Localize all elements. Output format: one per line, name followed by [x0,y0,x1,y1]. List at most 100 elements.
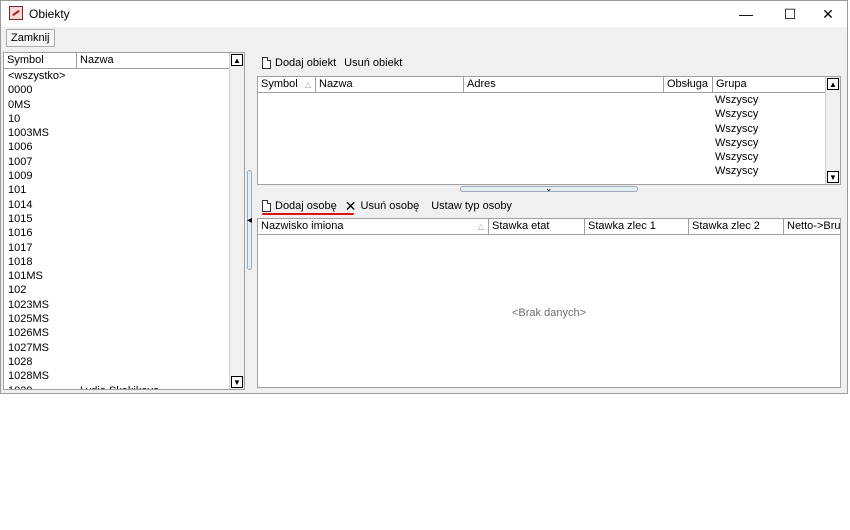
objects-grid: Symbol △ Nazwa Adres Obsługa Grupa Wszysc… [257,76,841,185]
list-item[interactable]: 10 [4,112,231,126]
add-object-button[interactable]: Dodaj obiekt [262,57,336,69]
title-bar: Obiekty — ☐ ✕ [1,1,847,27]
list-item[interactable]: 1014 [4,198,231,212]
column-header-name[interactable]: Nazwa [316,77,464,92]
list-item[interactable]: 1007 [4,155,231,169]
objects-grid-header: Symbol △ Nazwa Adres Obsługa Grupa [258,77,826,93]
add-person-button[interactable]: Dodaj osobę [262,200,337,212]
scroll-up-icon[interactable]: ▲ [231,54,243,66]
symbol-cell: 1015 [8,212,33,225]
list-item[interactable]: 1027MS [4,341,231,355]
column-header-full-name[interactable]: Nazwisko imiona △ [258,219,489,234]
symbol-cell: 1014 [8,198,33,211]
add-person-label: Dodaj osobę [275,200,337,212]
list-item[interactable]: 1009 [4,169,231,183]
maximize-button[interactable]: ☐ [771,1,809,27]
group-cell[interactable]: Wszyscy [713,107,758,121]
list-item[interactable]: 1016 [4,226,231,240]
column-header-name[interactable]: Nazwa [77,53,231,68]
list-item[interactable]: 1003MS [4,126,231,140]
delete-icon: ✕ [344,198,357,214]
remove-object-label: Usuń obiekt [344,57,403,69]
list-item[interactable]: 1015 [4,212,231,226]
remove-person-button[interactable]: ✕ Usuń osobę [345,199,419,213]
list-item[interactable]: 101MS [4,269,231,283]
column-header-symbol[interactable]: Symbol △ [258,77,316,92]
list-item[interactable]: 0000 [4,83,231,97]
close-window-button[interactable]: ✕ [809,1,847,27]
left-grid-header: Symbol Nazwa [4,53,231,69]
group-cell[interactable]: Wszyscy [713,136,758,150]
list-item[interactable]: 1028MS [4,369,231,383]
remove-object-button[interactable]: Usuń obiekt [344,57,402,69]
remove-person-label: Usuń osobę [360,200,420,212]
group-cell[interactable]: Wszyscy [713,93,758,107]
app-icon [9,6,23,20]
new-document-icon [262,200,271,212]
objects-rows: Wszyscy Wszyscy Wszyscy Wszyscy Wszyscy Wszys… [713,93,758,179]
set-person-type-button[interactable]: Ustaw typ osoby [431,200,512,212]
list-item[interactable]: 1006 [4,140,231,154]
persons-grid: Nazwisko imiona △ Stawka etat Stawka zlec… [257,218,841,388]
symbol-cell: 101 [8,184,27,197]
chevron-down-icon[interactable]: ⌄ [545,183,553,194]
sort-ascending-icon: △ [477,222,484,231]
column-header-symbol[interactable]: Symbol [4,53,77,68]
symbol-cell: 1018 [8,255,33,268]
list-item[interactable]: <wszystko> [4,69,231,83]
scroll-down-icon[interactable]: ▼ [827,171,839,183]
list-item[interactable]: 101 [4,183,231,197]
symbol-cell: 102 [8,284,27,297]
main-toolbar: Zamknij [1,27,847,49]
symbol-cell: 1028MS [8,370,49,383]
objects-list-panel: Symbol Nazwa <wszystko> 0000 0MS 10 1003MS 10… [3,52,245,390]
persons-toolbar: Dodaj osobę ✕ Usuń osobę Ustaw typ osoby [262,198,512,214]
symbol-list: <wszystko> 0000 0MS 10 1003MS 1006 1007 1009 101… [4,69,231,389]
symbol-cell: 1007 [8,155,33,168]
persons-grid-header: Nazwisko imiona △ Stawka etat Stawka zlec… [258,219,840,235]
group-cell[interactable]: Wszyscy [713,122,758,136]
symbol-cell: 1006 [8,141,33,154]
list-item[interactable]: 1017 [4,241,231,255]
column-header-net-gross[interactable]: Netto->Brutto [784,219,840,234]
add-object-label: Dodaj obiekt [275,57,337,69]
scroll-down-icon[interactable]: ▼ [231,376,243,388]
column-header-service[interactable]: Obsługa [664,77,713,92]
column-header-rate-contract-1[interactable]: Stawka zlec 1 [585,219,689,234]
symbol-cell: 101MS [8,270,43,283]
list-item[interactable]: 1026MS [4,326,231,340]
list-item[interactable]: 1029Lydia Skakikova [4,384,231,389]
symbol-cell: 0000 [8,84,33,97]
minimize-button[interactable]: — [727,1,765,27]
column-header-group[interactable]: Grupa [713,77,826,92]
column-header-address[interactable]: Adres [464,77,664,92]
list-item[interactable]: 1023MS [4,298,231,312]
symbol-cell: 10 [8,112,21,125]
scroll-up-icon[interactable]: ▲ [827,78,839,90]
sort-ascending-icon: △ [304,80,311,89]
column-header-rate-full-time[interactable]: Stawka etat [489,219,585,234]
symbol-cell: 1026MS [8,327,49,340]
symbol-cell: 1027MS [8,341,49,354]
new-document-icon [262,57,271,69]
list-item[interactable]: 1018 [4,255,231,269]
group-cell[interactable]: Wszyscy [713,150,758,164]
objects-vertical-scrollbar[interactable]: ▲ ▼ [825,77,840,184]
list-item[interactable]: 1028 [4,355,231,369]
symbol-cell: 0MS [8,98,31,111]
group-cell[interactable]: Wszyscy [713,164,758,178]
list-item[interactable]: 102 [4,283,231,297]
empty-state-text: <Brak danych> [512,307,586,319]
window-title: Obiekty [29,7,70,21]
column-header-rate-contract-2[interactable]: Stawka zlec 2 [689,219,784,234]
close-button[interactable]: Zamknij [6,29,55,47]
set-person-type-label: Ustaw typ osoby [431,200,512,212]
symbol-cell: <wszystko> [8,70,66,82]
left-vertical-scrollbar[interactable]: ▲ ▼ [229,53,244,389]
highlight-underline [262,213,354,215]
list-item[interactable]: 0MS [4,98,231,112]
list-item[interactable]: 1025MS [4,312,231,326]
column-symbol-label: Symbol [261,78,298,90]
collapse-left-icon[interactable]: ◂ [247,215,252,226]
column-full-name-label: Nazwisko imiona [261,220,344,232]
